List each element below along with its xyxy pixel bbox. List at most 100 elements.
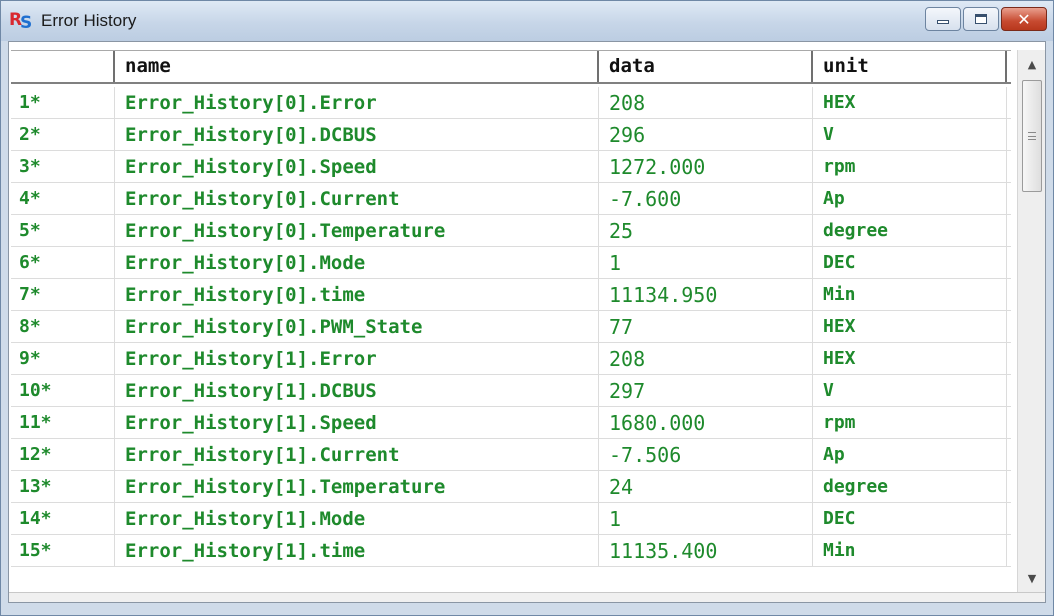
table-row[interactable]: 10* Error_History[1].DCBUS 297 V bbox=[11, 375, 1011, 407]
row-name: Error_History[0].DCBUS bbox=[115, 119, 599, 151]
row-name: Error_History[0].Mode bbox=[115, 247, 599, 279]
close-button[interactable]: ✕ bbox=[1001, 7, 1047, 31]
row-name: Error_History[1].time bbox=[115, 535, 599, 567]
row-index: 8* bbox=[11, 311, 115, 343]
scroll-thumb[interactable] bbox=[1022, 80, 1042, 192]
maximize-icon bbox=[975, 14, 987, 24]
row-index: 3* bbox=[11, 151, 115, 183]
table-header: name data unit bbox=[11, 50, 1011, 84]
row-name: Error_History[1].Error bbox=[115, 343, 599, 375]
row-name: Error_History[1].DCBUS bbox=[115, 375, 599, 407]
header-name[interactable]: name bbox=[115, 51, 599, 82]
header-data[interactable]: data bbox=[599, 51, 813, 82]
data-grid[interactable]: name data unit 1* Error_History[0].Error 2… bbox=[11, 50, 1015, 582]
row-name: Error_History[1].Mode bbox=[115, 503, 599, 535]
row-name: Error_History[1].Speed bbox=[115, 407, 599, 439]
row-index: 12* bbox=[11, 439, 115, 471]
title-bar[interactable]: RS Error History ✕ bbox=[1, 1, 1053, 41]
row-name: Error_History[0].Speed bbox=[115, 151, 599, 183]
grip-icon bbox=[1028, 132, 1036, 140]
row-unit: rpm bbox=[813, 407, 1007, 439]
row-unit: Ap bbox=[813, 439, 1007, 471]
row-index: 5* bbox=[11, 215, 115, 247]
row-data[interactable]: -7.600 bbox=[599, 183, 813, 215]
table-row[interactable]: 6* Error_History[0].Mode 1 DEC bbox=[11, 247, 1011, 279]
window-title: Error History bbox=[41, 11, 137, 30]
row-name: Error_History[1].Current bbox=[115, 439, 599, 471]
table-row[interactable]: 3* Error_History[0].Speed 1272.000 rpm bbox=[11, 151, 1011, 183]
arrow-down-icon: ▼ bbox=[1027, 571, 1037, 585]
minimize-button[interactable] bbox=[925, 7, 961, 31]
row-data[interactable]: 208 bbox=[599, 87, 813, 119]
row-name: Error_History[0].time bbox=[115, 279, 599, 311]
row-data[interactable]: 297 bbox=[599, 375, 813, 407]
row-name: Error_History[1].Temperature bbox=[115, 471, 599, 503]
scroll-down-button[interactable]: ▼ bbox=[1018, 564, 1046, 592]
table-row[interactable]: 12* Error_History[1].Current -7.506 Ap bbox=[11, 439, 1011, 471]
window-controls: ✕ bbox=[925, 7, 1047, 31]
status-strip bbox=[9, 592, 1045, 602]
table-body: 1* Error_History[0].Error 208 HEX 2* Error_Hi… bbox=[11, 87, 1011, 567]
row-data[interactable]: 1 bbox=[599, 503, 813, 535]
table-row[interactable]: 5* Error_History[0].Temperature 25 degree bbox=[11, 215, 1011, 247]
row-index: 7* bbox=[11, 279, 115, 311]
table-panel: name data unit 1* Error_History[0].Error 2… bbox=[8, 41, 1046, 603]
row-name: Error_History[0].PWM_State bbox=[115, 311, 599, 343]
row-index: 4* bbox=[11, 183, 115, 215]
table-row[interactable]: 14* Error_History[1].Mode 1 DEC bbox=[11, 503, 1011, 535]
minimize-icon bbox=[937, 20, 949, 24]
row-unit: rpm bbox=[813, 151, 1007, 183]
table-row[interactable]: 9* Error_History[1].Error 208 HEX bbox=[11, 343, 1011, 375]
arrow-up-icon: ▲ bbox=[1027, 57, 1037, 71]
row-data[interactable]: 25 bbox=[599, 215, 813, 247]
row-unit: DEC bbox=[813, 503, 1007, 535]
row-index: 9* bbox=[11, 343, 115, 375]
table-row[interactable]: 11* Error_History[1].Speed 1680.000 rpm bbox=[11, 407, 1011, 439]
maximize-button[interactable] bbox=[963, 7, 999, 31]
row-unit: DEC bbox=[813, 247, 1007, 279]
row-data[interactable]: 24 bbox=[599, 471, 813, 503]
table-row[interactable]: 1* Error_History[0].Error 208 HEX bbox=[11, 87, 1011, 119]
row-index: 13* bbox=[11, 471, 115, 503]
close-icon: ✕ bbox=[1017, 9, 1031, 29]
row-unit: Ap bbox=[813, 183, 1007, 215]
row-data[interactable]: 1272.000 bbox=[599, 151, 813, 183]
row-data[interactable]: 11135.400 bbox=[599, 535, 813, 567]
row-data[interactable]: 1680.000 bbox=[599, 407, 813, 439]
row-data[interactable]: 1 bbox=[599, 247, 813, 279]
row-data[interactable]: 296 bbox=[599, 119, 813, 151]
row-name: Error_History[0].Error bbox=[115, 87, 599, 119]
row-unit: degree bbox=[813, 471, 1007, 503]
row-index: 10* bbox=[11, 375, 115, 407]
header-unit[interactable]: unit bbox=[813, 51, 1007, 82]
table-row[interactable]: 4* Error_History[0].Current -7.600 Ap bbox=[11, 183, 1011, 215]
table-row[interactable]: 8* Error_History[0].PWM_State 77 HEX bbox=[11, 311, 1011, 343]
row-index: 6* bbox=[11, 247, 115, 279]
row-unit: HEX bbox=[813, 87, 1007, 119]
scroll-up-button[interactable]: ▲ bbox=[1018, 50, 1046, 78]
row-data[interactable]: -7.506 bbox=[599, 439, 813, 471]
vertical-scrollbar[interactable]: ▲ ▼ bbox=[1017, 50, 1045, 592]
row-index: 1* bbox=[11, 87, 115, 119]
app-icon: RS bbox=[9, 10, 33, 33]
row-name: Error_History[0].Temperature bbox=[115, 215, 599, 247]
row-unit: Min bbox=[813, 279, 1007, 311]
row-index: 14* bbox=[11, 503, 115, 535]
row-unit: Min bbox=[813, 535, 1007, 567]
row-index: 11* bbox=[11, 407, 115, 439]
table-row[interactable]: 13* Error_History[1].Temperature 24 degree bbox=[11, 471, 1011, 503]
error-history-window: RS Error History ✕ name data unit 1* Erro… bbox=[0, 0, 1054, 616]
row-data[interactable]: 11134.950 bbox=[599, 279, 813, 311]
row-index: 2* bbox=[11, 119, 115, 151]
table-row[interactable]: 15* Error_History[1].time 11135.400 Min bbox=[11, 535, 1011, 567]
row-data[interactable]: 77 bbox=[599, 311, 813, 343]
table-row[interactable]: 7* Error_History[0].time 11134.950 Min bbox=[11, 279, 1011, 311]
row-unit: degree bbox=[813, 215, 1007, 247]
row-unit: HEX bbox=[813, 311, 1007, 343]
row-data[interactable]: 208 bbox=[599, 343, 813, 375]
header-index-column[interactable] bbox=[11, 51, 115, 82]
row-name: Error_History[0].Current bbox=[115, 183, 599, 215]
table-row[interactable]: 2* Error_History[0].DCBUS 296 V bbox=[11, 119, 1011, 151]
row-unit: V bbox=[813, 119, 1007, 151]
row-unit: V bbox=[813, 375, 1007, 407]
